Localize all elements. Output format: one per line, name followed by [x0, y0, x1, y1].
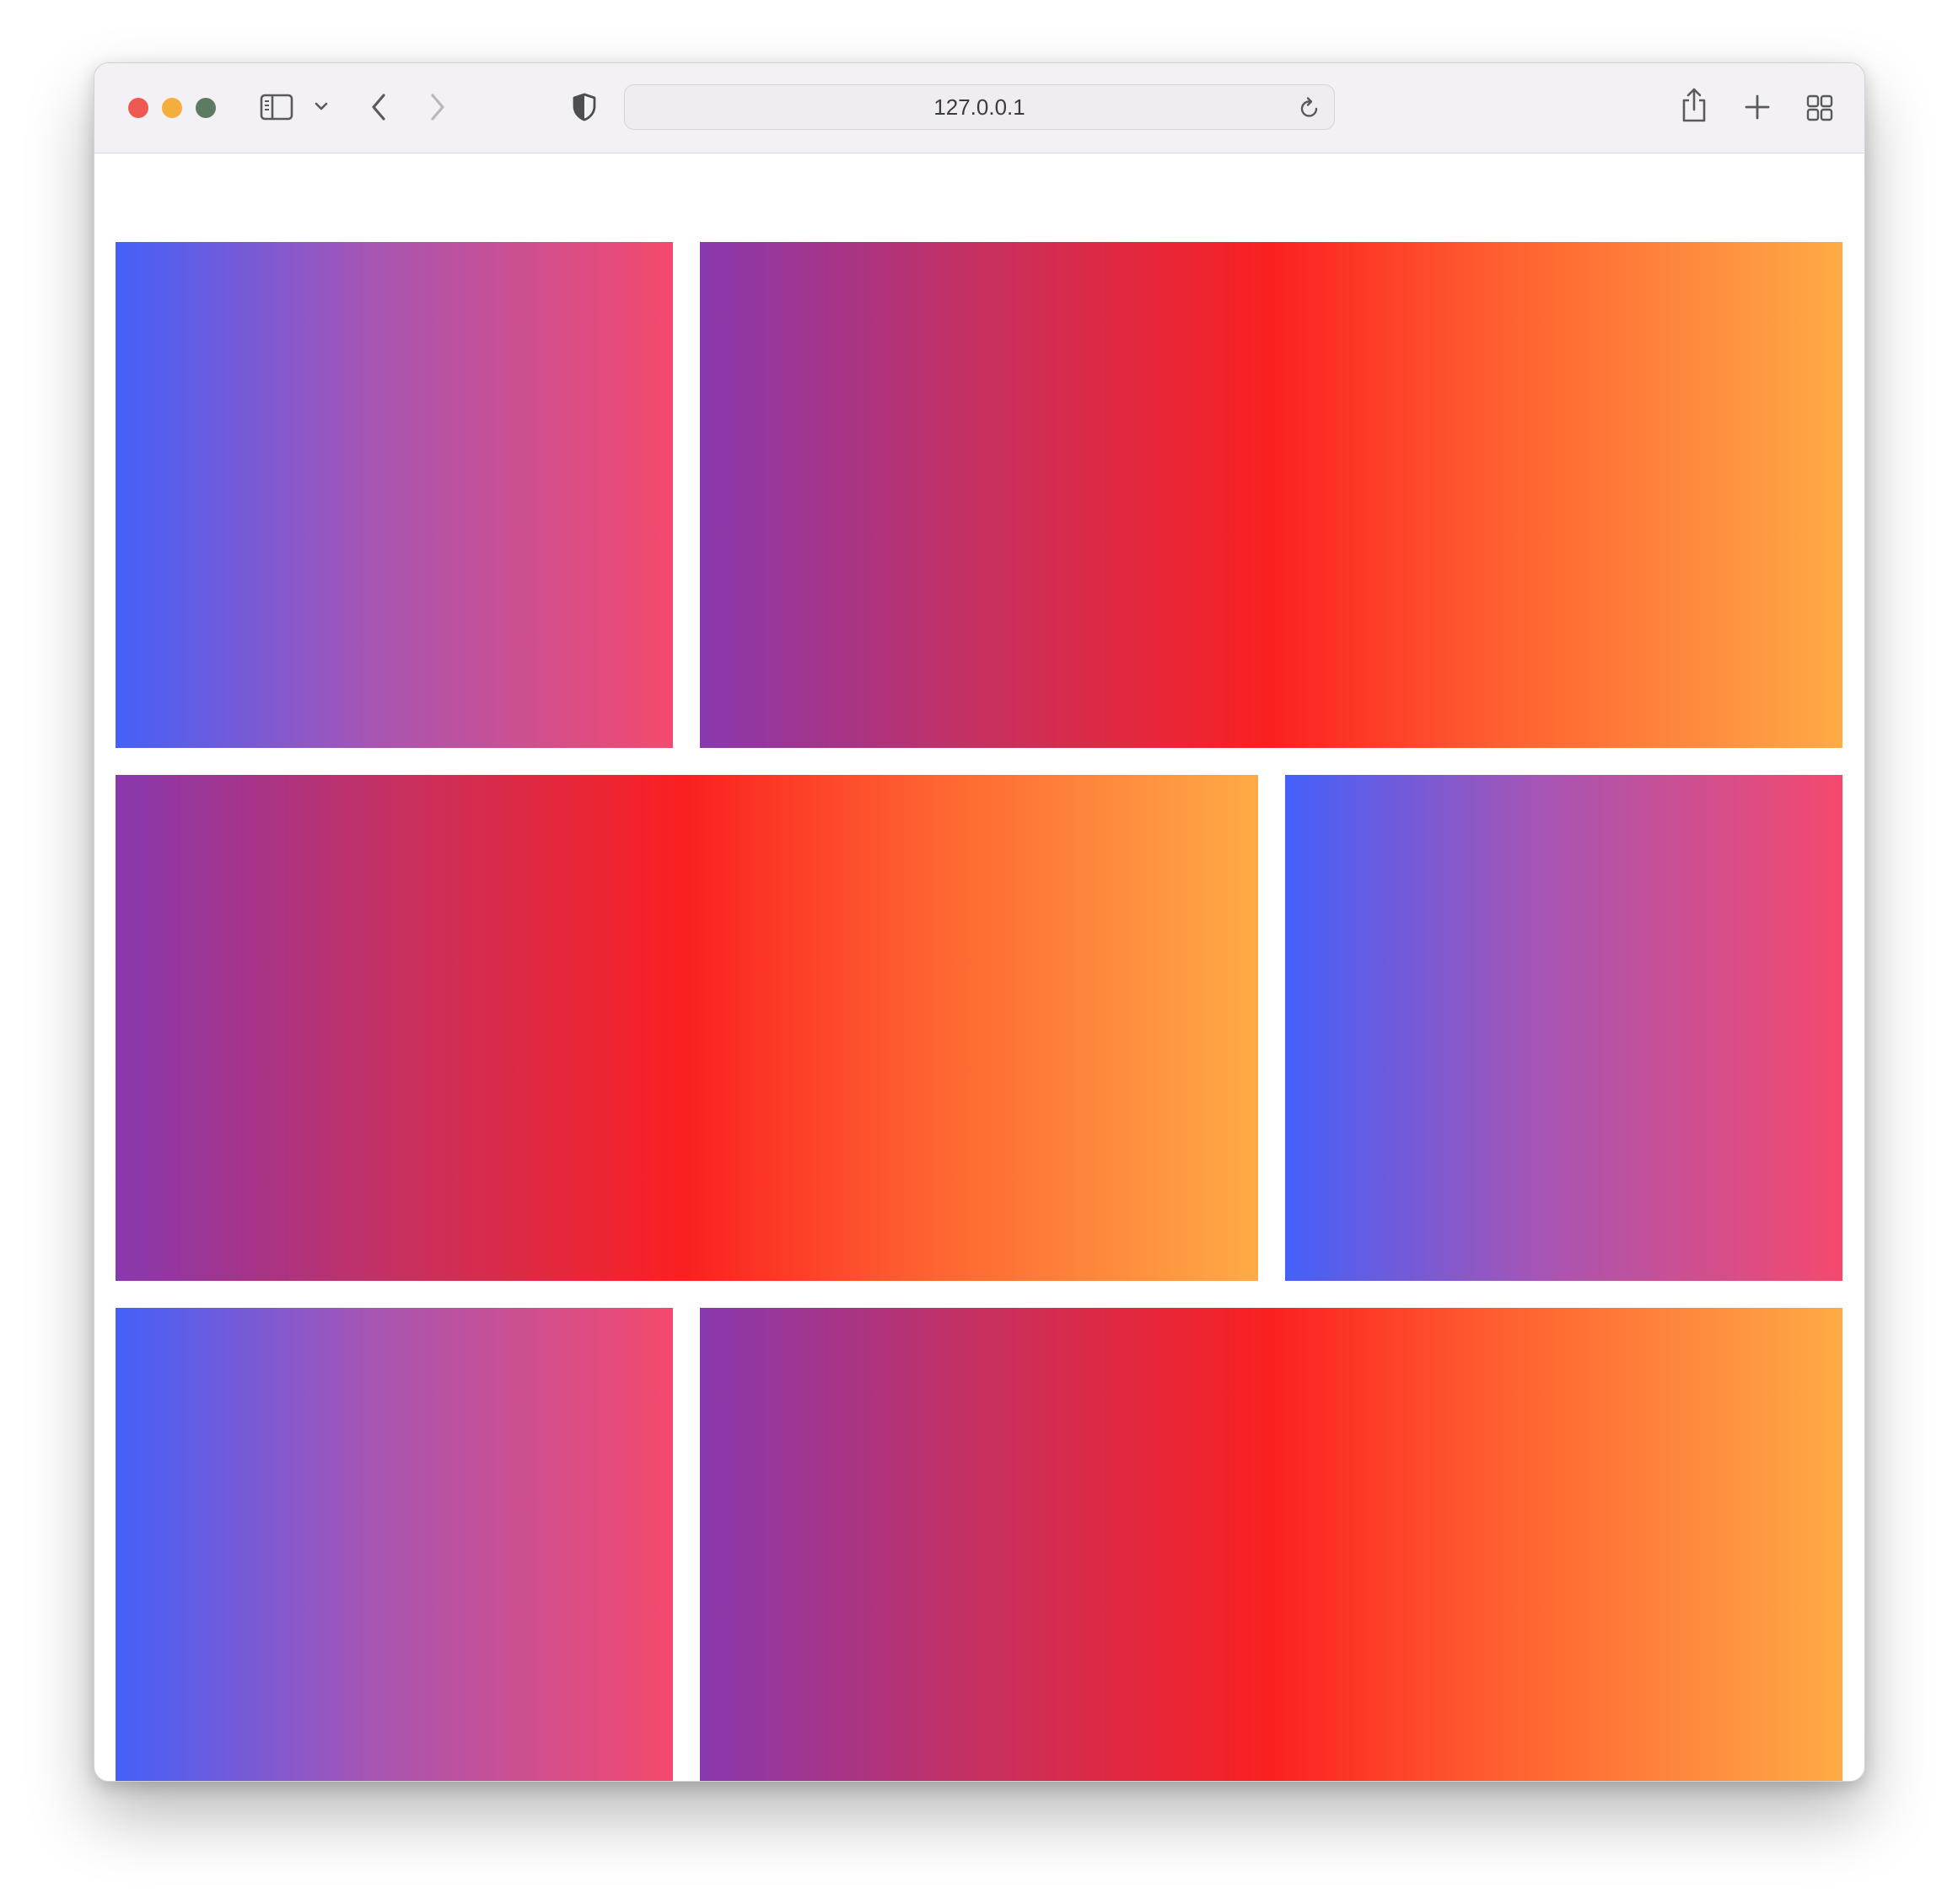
sidebar-icon[interactable] [260, 94, 293, 121]
forward-icon[interactable] [428, 92, 448, 122]
address-bar[interactable]: 127.0.0.1 [624, 84, 1335, 130]
page-content [94, 153, 1864, 1781]
gradient-tile-purple-orange [700, 242, 1842, 748]
minimize-button[interactable] [162, 98, 182, 118]
url-text: 127.0.0.1 [933, 94, 1025, 120]
close-button[interactable] [128, 98, 148, 118]
reload-icon[interactable] [1299, 96, 1321, 124]
gradient-tile-purple-orange [116, 775, 1258, 1281]
share-icon[interactable] [1680, 87, 1708, 124]
gradient-tile-blue-pink [1285, 775, 1842, 1281]
gradient-tile-purple-orange [700, 1308, 1842, 1781]
chevron-down-icon[interactable] [314, 100, 329, 112]
plus-icon[interactable] [1744, 94, 1771, 121]
tab-overview-icon[interactable] [1805, 94, 1834, 122]
browser-window: 127.0.0.1 [94, 62, 1865, 1782]
browser-toolbar: 127.0.0.1 [94, 63, 1864, 153]
shield-icon[interactable] [571, 92, 598, 122]
gradient-tile-blue-pink [116, 1308, 673, 1781]
zoom-button[interactable] [196, 98, 216, 118]
gradient-tile-blue-pink [116, 242, 673, 748]
back-icon[interactable] [368, 92, 389, 122]
